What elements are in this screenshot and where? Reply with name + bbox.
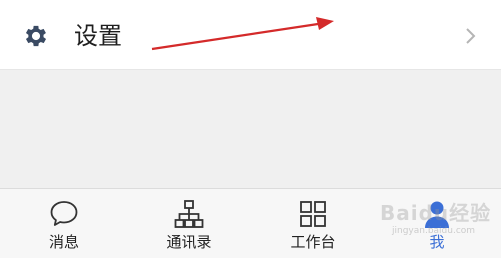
gear-icon: [25, 25, 47, 47]
tab-label: 消息: [48, 233, 79, 251]
tab-contacts[interactable]: 通讯录: [139, 189, 239, 259]
watermark-logo: Baidu经验: [380, 201, 492, 225]
tab-workbench[interactable]: 工作台: [263, 189, 363, 259]
grid-icon: [300, 201, 326, 227]
settings-row[interactable]: 设置: [0, 0, 501, 70]
chevron-right-icon: [466, 28, 476, 44]
chat-bubble-icon: [50, 201, 78, 226]
org-chart-icon: [174, 200, 204, 228]
settings-label: 设置: [74, 22, 122, 50]
tab-label: 通讯录: [166, 233, 212, 251]
tab-label: 工作台: [290, 233, 336, 251]
tab-messages[interactable]: 消息: [14, 189, 114, 259]
empty-background: [0, 70, 501, 188]
watermark-url: jingyan.baidu.com: [392, 226, 476, 236]
